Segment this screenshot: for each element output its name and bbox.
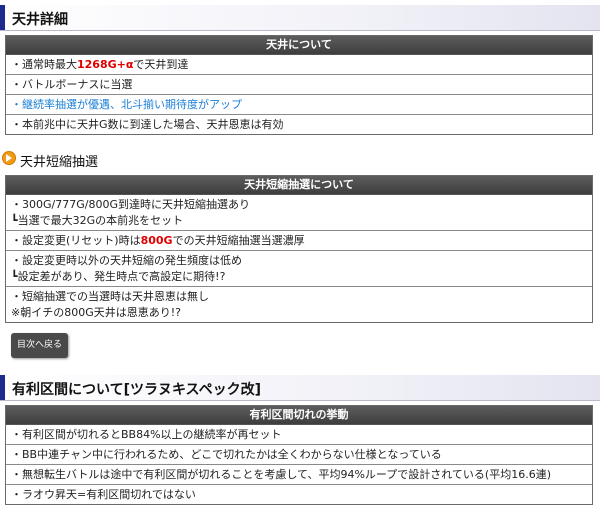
orange-arrow-circle-icon: [2, 151, 16, 165]
back-to-toc-button[interactable]: 目次へ戻る: [11, 333, 68, 358]
section-heading-tenjou-details: 天井詳細: [0, 5, 600, 31]
row-line: ※朝イチの800G天井は恩恵あり!?: [11, 306, 181, 319]
yuuri-kukan-table: 有利区間切れの挙動 ・有利区間が切れるとBB84%以上の継続率が再セット ・BB…: [5, 405, 593, 505]
table-header: 天井短縮抽選について: [6, 176, 592, 195]
tenjou-shortening-table: 天井短縮抽選について ・300G/777G/800G到達時に天井短縮抽選あり ┗…: [5, 175, 593, 323]
row-text: で天井到達: [133, 58, 189, 71]
table-row: ・設定変更時以外の天井短縮の発生頻度は低め ┗設定差があり、発生時点で高設定に期…: [6, 251, 592, 287]
table-row: ・BB中連チャン中に行われるため、どこで切れたかは全くわからない仕様となっている: [6, 445, 592, 465]
row-line: ・短縮抽選での当選時は天井恩恵は無し: [11, 290, 209, 303]
row-line: ・設定変更時以外の天井短縮の発生頻度は低め: [11, 254, 242, 267]
highlight-value: 800G: [140, 234, 173, 247]
table-row: ・設定変更(リセット)時は800Gでの天井短縮抽選当選濃厚: [6, 231, 592, 251]
section-title: 有利区間について[ツラヌキスペック改]: [12, 382, 261, 398]
tenjou-table: 天井について ・通常時最大1268G+αで天井到達 ・バトルボーナスに当選 ・継…: [5, 35, 593, 135]
section-title: 天井詳細: [12, 12, 68, 28]
row-text: での天井短縮抽選当選濃厚: [172, 234, 305, 247]
table-row: ・ラオウ昇天=有利区間切れではない: [11, 488, 196, 501]
table-row: ・無想転生バトルは途中で有利区間が切れることを考慮して、平均94%ループで設計さ…: [6, 465, 592, 485]
row-line: ┗設定差があり、発生時点で高設定に期待!?: [11, 270, 226, 283]
table-header: 天井について: [6, 36, 592, 55]
heading-accent-bar: [0, 5, 5, 30]
row-text: ・通常時最大: [11, 58, 77, 71]
row-text: ・設定変更(リセット)時は: [11, 234, 141, 247]
subheading-label: 天井短縮抽選: [20, 155, 99, 170]
table-row: ・通常時最大1268G+αで天井到達: [6, 55, 592, 75]
heading-accent-bar: [0, 375, 5, 400]
table-row: ・短縮抽選での当選時は天井恩恵は無し ※朝イチの800G天井は恩恵あり!?: [6, 287, 592, 322]
table-row: ・有利区間が切れるとBB84%以上の継続率が再セット: [6, 425, 592, 445]
row-line: ・300G/777G/800G到達時に天井短縮抽選あり: [11, 198, 250, 211]
table-header: 有利区間切れの挙動: [6, 406, 592, 425]
table-row: ・300G/777G/800G到達時に天井短縮抽選あり ┗当選で最大32Gの本前…: [6, 195, 592, 231]
highlight-value: 1268G+α: [77, 58, 134, 71]
table-row: ・本前兆中に天井G数に到達した場合、天井恩恵は有効: [11, 118, 284, 131]
section-heading-yuuri-kukan: 有利区間について[ツラヌキスペック改]: [0, 375, 600, 401]
table-row: ・継続率抽選が優遇、北斗揃い期待度がアップ: [6, 95, 592, 115]
row-line: ┗当選で最大32Gの本前兆をセット: [11, 214, 184, 227]
table-row: ・バトルボーナスに当選: [6, 75, 592, 95]
